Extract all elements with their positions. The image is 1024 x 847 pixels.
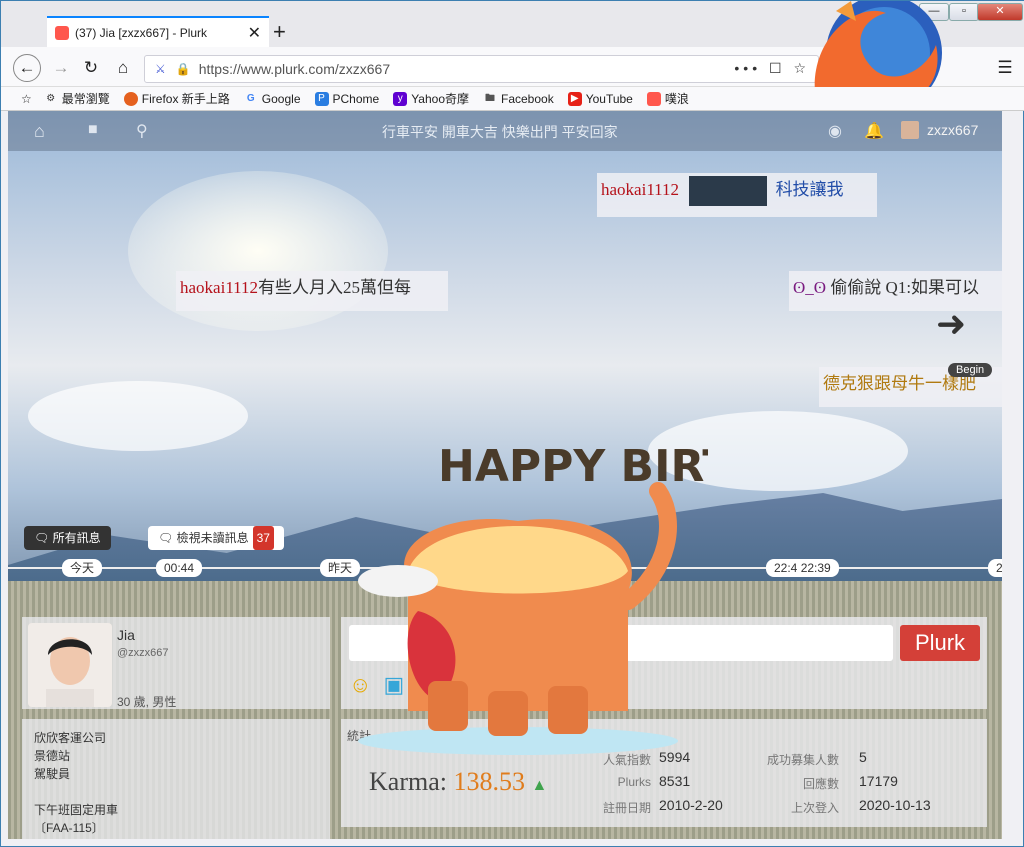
browser-tab[interactable]: (37) Jia [zxzx667] - Plurk ✕ — [47, 16, 269, 47]
forward-button[interactable]: → — [47, 54, 75, 82]
next-arrow-icon[interactable]: ➜ — [936, 303, 966, 345]
timeline-tag: 今天 — [62, 559, 103, 577]
back-button[interactable]: ← — [13, 54, 41, 82]
stat-value: 17179 — [859, 773, 898, 789]
avatar — [901, 121, 919, 139]
unread-messages-button[interactable]: 🗨 檢視未讀訊息 37 — [148, 526, 284, 550]
bookmark-youtube[interactable]: ▶ YouTube — [567, 91, 633, 106]
bookmark-pchome[interactable]: P PChome — [314, 91, 379, 106]
yahoo-icon: y — [393, 91, 408, 106]
begin-button[interactable]: Begin — [948, 363, 993, 377]
stat-label: 註冊日期 — [602, 801, 651, 815]
all-messages-button[interactable]: 🗨 所有訊息 — [24, 526, 111, 550]
karma-up-icon: ▲ — [531, 777, 548, 794]
background-cloud — [28, 381, 248, 451]
lock-icon: 🔒 — [175, 62, 191, 76]
plurk-item[interactable]: haokai1112 科技讓我 — [597, 173, 877, 217]
reload-button[interactable]: ↻ — [77, 54, 105, 82]
google-icon: G — [246, 92, 255, 104]
pchome-icon: P — [314, 91, 329, 106]
plurk-submit-button[interactable]: Plurk — [900, 625, 980, 661]
profile-bio: 欣欣客運公司 景德站 駕駛員 下午班固定用車 〔FAA-115〕 — [22, 719, 330, 839]
menu-icon[interactable]: ☰ — [991, 54, 1019, 82]
profile-age-gender: 30 歲, 男性 — [117, 695, 177, 709]
bookmark-google[interactable]: G Google — [244, 92, 301, 106]
tab-title: (37) Jia [zxzx667] - Plurk — [75, 25, 208, 40]
youtube-icon: ▶ — [567, 91, 582, 106]
search-icon[interactable]: ⚲ — [136, 121, 148, 141]
bookmarks-toolbar: ☆ ⚙ 最常瀏覽 Firefox 新手上路 G Google P PChome y Ya… — [1, 87, 1024, 111]
timeline-tag: 2 — [988, 559, 1002, 577]
plurk-item[interactable]: haokai1112有些人月入25萬但每 — [176, 271, 448, 311]
karma-display: Karma: 138.53 ▲ — [369, 767, 548, 796]
profile-handle: @zxzx667 — [117, 647, 169, 659]
podcast-thumbnail — [689, 176, 768, 207]
profile-photo — [28, 623, 112, 707]
stat-label: 上次登入 — [790, 801, 839, 815]
stat-value: 2020-10-13 — [859, 797, 931, 813]
stat-value: 5 — [859, 749, 867, 765]
close-window-button[interactable]: ✕ — [977, 3, 1023, 21]
stat-value: 8531 — [659, 773, 691, 789]
bookmark-plurk[interactable]: 噗浪 — [646, 90, 689, 107]
stat-label: 成功募集人數 — [766, 753, 839, 767]
bookmark-facebook[interactable]: 🖿 Facebook — [483, 92, 554, 106]
bookmark-yahoo[interactable]: y Yahoo奇摩 — [393, 90, 469, 107]
home-button[interactable]: ⌂ — [109, 54, 137, 82]
plurk-icon — [646, 91, 661, 106]
url-text: https://www.plurk.com/zxzx667 — [198, 61, 391, 77]
chat-icon: 🗨 — [158, 531, 177, 545]
sticker-text: HAPPY BIRTHDAY — [438, 441, 708, 492]
bookmark-most-visited[interactable]: ⚙ 最常瀏覽 — [44, 90, 110, 107]
compass-icon[interactable]: ◉ — [828, 121, 842, 141]
user-menu[interactable]: zxzx667 — [901, 121, 978, 139]
birthday-sticker[interactable]: HAPPY BIRTHDAY — [328, 411, 869, 771]
url-bar[interactable]: ⚔ 🔒 https://www.plurk.com/zxzx667 ••• ☐ … — [144, 55, 819, 83]
karma-value: 138.53 — [453, 767, 525, 796]
home-icon[interactable]: ⌂ — [34, 121, 45, 142]
profile-card: Jia @zxzx667 30 歲, 男性 — [22, 617, 330, 709]
bell-icon[interactable]: 🔔 — [864, 121, 884, 141]
firefox-icon — [123, 91, 138, 106]
unread-count-badge: 37 — [252, 526, 274, 550]
stat-label: Plurks — [617, 775, 651, 789]
tab-close-icon[interactable]: ✕ — [248, 23, 261, 43]
stat-label: 回應數 — [802, 777, 839, 791]
plurk-favicon-icon — [55, 25, 69, 40]
shield-icon[interactable]: ⚔ — [155, 62, 166, 76]
browser-window: (37) Jia [zxzx667] - Plurk ✕ + — ▫ ✕ ← →… — [0, 0, 1024, 847]
plurk-top-nav: ⌂ ■ ⚲ 行車平安 開車大吉 快樂出門 平安回家 ◉ 🔔 zxzx667 — [8, 111, 1002, 151]
plurk-page: ⌂ ■ ⚲ 行車平安 開車大吉 快樂出門 平安回家 ◉ 🔔 zxzx667 ha… — [8, 111, 1002, 839]
chat-icon: 🗨 — [34, 531, 53, 545]
folder-icon: 🖿 — [485, 92, 495, 104]
gear-icon: ⚙ — [46, 92, 56, 104]
bookmark-firefox[interactable]: Firefox 新手上路 — [123, 90, 230, 107]
new-tab-button[interactable]: + — [273, 19, 286, 45]
profile-slogan: 行車平安 開車大吉 快樂出門 平安回家 — [382, 124, 618, 140]
plurk-item[interactable]: ʘ_ʘ 偷偷說 Q1:如果可以 — [789, 271, 1002, 311]
timeline-tag: 22:4 22:39 — [766, 559, 839, 577]
profile-name: Jia — [117, 627, 135, 643]
bookmark-star-icon[interactable]: ☆ — [21, 92, 32, 106]
stat-value: 2010-2-20 — [659, 797, 723, 813]
timeline-tag: 00:44 — [156, 559, 203, 577]
friends-icon[interactable]: ■ — [88, 121, 98, 139]
